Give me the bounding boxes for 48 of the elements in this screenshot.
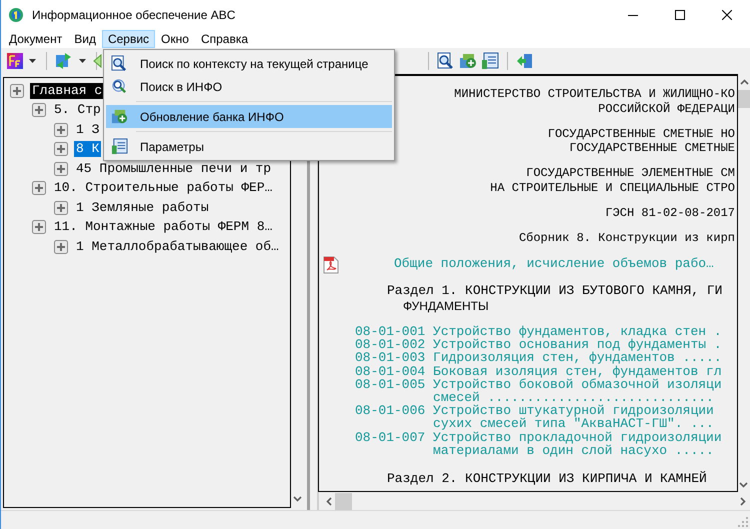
entry-link[interactable]: сухих смесей типа "АкваНАСТ-ГШ". ...	[433, 417, 714, 431]
menu-item[interactable]: Поиск по контексту на текущей странице	[106, 52, 392, 75]
heading-line: РОССИЙСКОЙ ФЕДЕРАЦИ	[597, 102, 735, 116]
menu-item[interactable]: Поиск в ИНФО	[106, 75, 392, 98]
entry-code[interactable]: 08-01-007	[355, 430, 426, 444]
tree-item[interactable]: 1 Земляные работы	[74, 200, 211, 216]
tree-item[interactable]: 11. Монтажные работы ФЕРМ 8…	[52, 219, 274, 236]
tree-item[interactable]: 8 К	[74, 141, 102, 158]
entry-code[interactable]: 08-01-005	[355, 378, 426, 392]
document-link[interactable]: Общие положения, исчисление объемов рабо…	[394, 257, 714, 272]
entry-code[interactable]: 08-01-004	[355, 364, 426, 378]
entry-link[interactable]: Гидроизоляция стен, фундаментов .....	[433, 351, 722, 365]
tree-item[interactable]: 45 Промышленные печи и тр	[74, 160, 274, 177]
heading-line: МИНИСТЕРСТВО СТРОИТЕЛЬСТВА И ЖИЛИЩНО-КО	[453, 87, 735, 102]
entry-code[interactable]: 08-01-002	[355, 338, 426, 352]
window-title: Информационное обеспечение ABC	[32, 8, 236, 22]
menu-item[interactable]: Вид	[68, 30, 102, 48]
entry-link[interactable]: Устройство боковой обмазочной изоляци	[433, 378, 722, 392]
section-heading: ФУНДАМЕНТЫ	[402, 298, 490, 313]
tree-item[interactable]: Главная с	[30, 82, 104, 99]
tree-item[interactable]: 10. Строительные работы ФЕР…	[52, 180, 274, 196]
menu-item[interactable]: Обновление банка ИНФО	[106, 105, 392, 128]
entry-code[interactable]: 08-01-006	[355, 404, 426, 418]
menu-item[interactable]: Параметры	[106, 135, 392, 158]
entry-link[interactable]: смесей .............................	[433, 391, 722, 404]
entry-code[interactable]: 08-01-003	[355, 351, 426, 365]
tree-item[interactable]: 1 З	[74, 122, 102, 138]
section-heading: Раздел 2. КОНСТРУКЦИИ ИЗ КИРПИЧА И КАМНЕЙ	[387, 472, 708, 487]
heading-line: ГЭСН 81-02-08-2017	[604, 206, 735, 220]
heading-line: ГОСУДАРСТВЕННЫЕ СМЕТНЫЕ	[568, 141, 735, 156]
entry-code[interactable]: 08-01-001	[355, 325, 426, 338]
tree-item[interactable]: 1 Металлобрабатывающее об…	[74, 238, 281, 255]
heading-line: НА СТРОИТЕЛЬНЫЕ И СПЕЦИАЛЬНЫЕ СТРО	[489, 180, 735, 195]
heading-line: ГОСУДАРСТВЕННЫЕ СМЕТНЫЕ НО	[546, 126, 735, 141]
section-heading: Раздел 1. КОНСТРУКЦИИ ИЗ БУТОВОГО КАМНЯ, ГИ	[387, 284, 724, 298]
menu-item[interactable]: Документ	[3, 30, 68, 48]
entry-link[interactable]: Устройство прокладочной гидроизоляции	[433, 430, 722, 444]
heading-line: ГОСУДАРСТВЕННЫЕ ЭЛЕМЕНТНЫЕ СМ	[525, 166, 735, 180]
entry-link[interactable]: Устройство штукатурной гидроизоляции	[433, 404, 714, 418]
tree-item[interactable]: 5. Стр	[52, 102, 103, 118]
heading-line: Сборник 8. Конструкции из кирп	[518, 230, 735, 245]
entry-link[interactable]: материалами в один слой насухо .....	[433, 444, 722, 458]
menu-item[interactable]: Справка	[194, 30, 254, 48]
menu-item[interactable]: Сервис	[102, 30, 156, 48]
entry-link[interactable]: Боковая изоляция стен, фундаментов гл	[433, 364, 722, 378]
entry-link[interactable]: Устройство фундаментов, кладка стен .	[433, 325, 722, 338]
menu-item[interactable]: Окно	[155, 30, 195, 48]
entry-link[interactable]: Устройство основания под фундаменты .	[433, 338, 722, 352]
